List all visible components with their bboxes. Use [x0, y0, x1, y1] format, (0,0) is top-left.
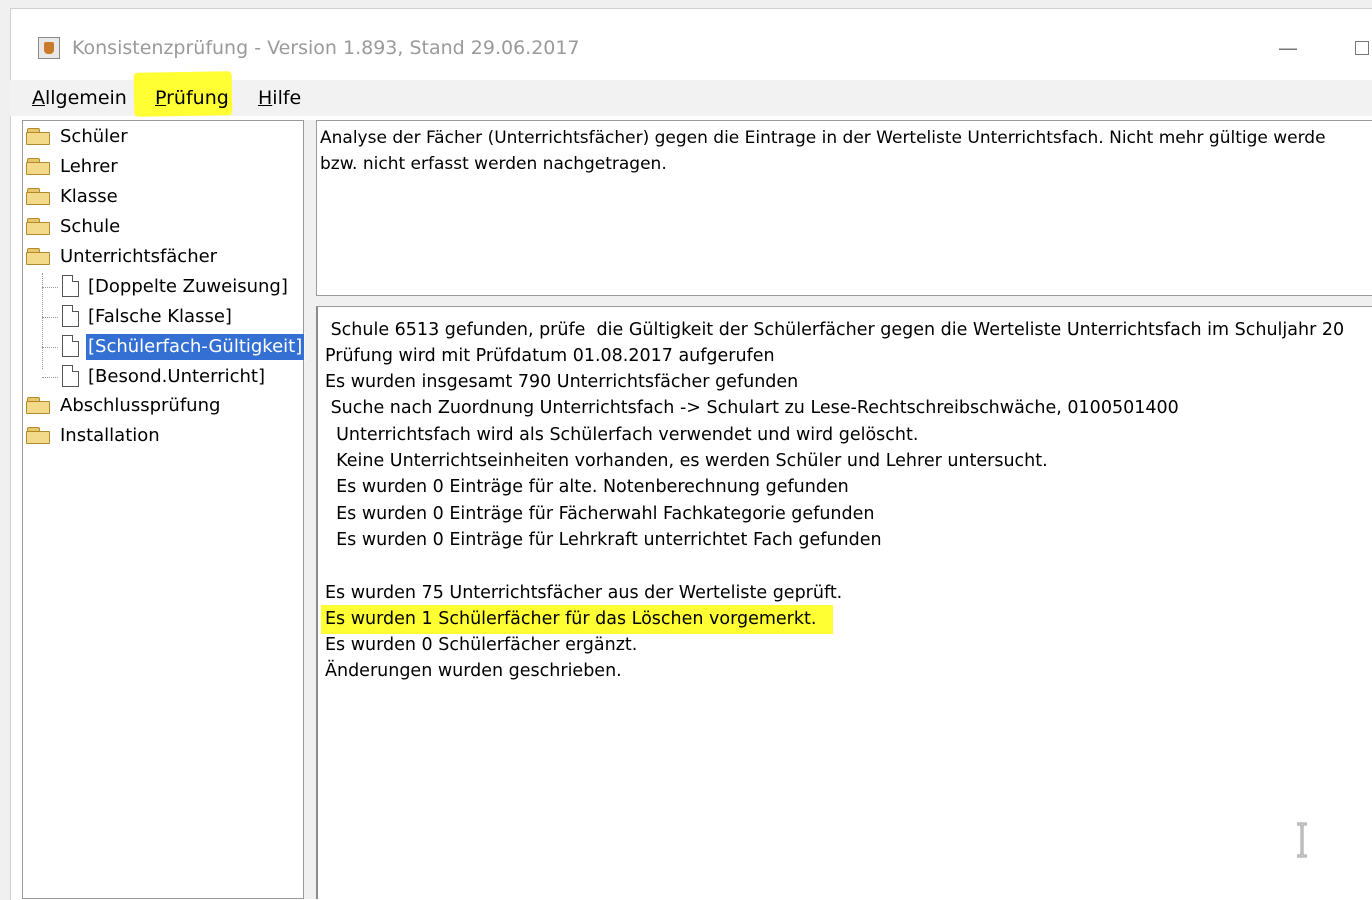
tree-item-schuelerfach-gueltigkeit[interactable]: [Schülerfach-Gültigkeit]: [84, 333, 306, 361]
log-line: Änderungen wurden geschrieben.: [325, 661, 622, 681]
minimize-button[interactable]: —: [1278, 38, 1298, 58]
folder-icon: [26, 247, 52, 265]
description-line: Analyse der Fächer (Unterrichtsfächer) g…: [320, 128, 1326, 148]
folder-icon: [26, 426, 52, 444]
document-icon: [62, 275, 79, 297]
horizontal-splitter[interactable]: [316, 296, 1372, 306]
tree-item-falsche-klasse[interactable]: [Falsche Klasse]: [86, 304, 234, 330]
tree-item-lehrer[interactable]: Lehrer: [60, 154, 118, 180]
document-icon: [62, 335, 79, 357]
window-title: Konsistenzprüfung - Version 1.893, Stand…: [72, 37, 580, 59]
folder-icon: [26, 217, 52, 235]
log-line: Keine Unterrichtseinheiten vorhanden, es…: [325, 451, 1048, 471]
title-bar: Konsistenzprüfung - Version 1.893, Stand…: [10, 8, 1372, 80]
log-line: Suche nach Zuordnung Unterrichtsfach -> …: [325, 398, 1179, 418]
java-app-icon: [38, 37, 60, 59]
tree-item-abschlusspruefung[interactable]: Abschlussprüfung: [60, 393, 220, 419]
tree-item-installation[interactable]: Installation: [60, 423, 160, 449]
maximize-button[interactable]: [1355, 41, 1369, 55]
log-line: Schule 6513 gefunden, prüfe die Gültigke…: [325, 320, 1345, 340]
log-line: Es wurden 0 Einträge für Fächerwahl Fach…: [325, 504, 875, 524]
text-cursor-icon: [1297, 822, 1307, 858]
menu-pruefung-mnemonic: P: [155, 87, 167, 109]
menu-pruefung[interactable]: Prüfung: [155, 86, 229, 110]
log-line: Unterrichtsfach wird als Schülerfach ver…: [325, 425, 919, 445]
tree-connector: [42, 347, 58, 348]
log-line: Es wurden 0 Einträge für Lehrkraft unter…: [325, 530, 882, 550]
menu-allgemein-mnemonic: A: [32, 87, 45, 109]
log-line: Es wurden 0 Einträge für alte. Notenbere…: [325, 477, 849, 497]
menu-hilfe[interactable]: Hilfe: [258, 86, 301, 110]
tree-item-schule[interactable]: Schule: [60, 214, 120, 240]
menu-hilfe-label: ilfe: [272, 87, 302, 109]
folder-icon: [26, 157, 52, 175]
description-line: bzw. nicht erfasst werden nachgetragen.: [320, 154, 667, 174]
tree-connector: [42, 317, 58, 318]
tree-item-besond-unterricht[interactable]: [Besond.Unterricht]: [86, 364, 267, 390]
tree-item-klasse[interactable]: Klasse: [60, 184, 118, 210]
menu-hilfe-mnemonic: H: [258, 87, 273, 109]
vertical-splitter[interactable]: [304, 120, 316, 899]
tree-connector: [42, 287, 58, 288]
folder-icon: [26, 187, 52, 205]
log-line: Es wurden insgesamt 790 Unterrichtsfäche…: [325, 372, 799, 392]
tree-connector: [42, 377, 58, 378]
document-icon: [62, 365, 79, 387]
log-line: Es wurden 75 Unterrichtsfächer aus der W…: [325, 583, 843, 603]
log-line: Prüfung wird mit Prüfdatum 01.08.2017 au…: [325, 346, 775, 366]
menu-pruefung-label: rüfung: [166, 87, 229, 109]
tree-item-unterrichtsfaecher[interactable]: Unterrichtsfächer: [60, 244, 217, 270]
document-icon: [62, 305, 79, 327]
log-line-highlighted: Es wurden 1 Schülerfächer für das Lösche…: [325, 609, 817, 629]
menu-allgemein-label: llgemein: [45, 87, 127, 109]
tree-item-schueler[interactable]: Schüler: [60, 124, 128, 150]
folder-icon: [26, 396, 52, 414]
folder-icon: [26, 127, 52, 145]
menu-allgemein[interactable]: Allgemein: [32, 86, 127, 110]
tree-item-doppelte-zuweisung[interactable]: [Doppelte Zuweisung]: [86, 274, 290, 300]
log-line: Es wurden 0 Schülerfächer ergänzt.: [325, 635, 638, 655]
